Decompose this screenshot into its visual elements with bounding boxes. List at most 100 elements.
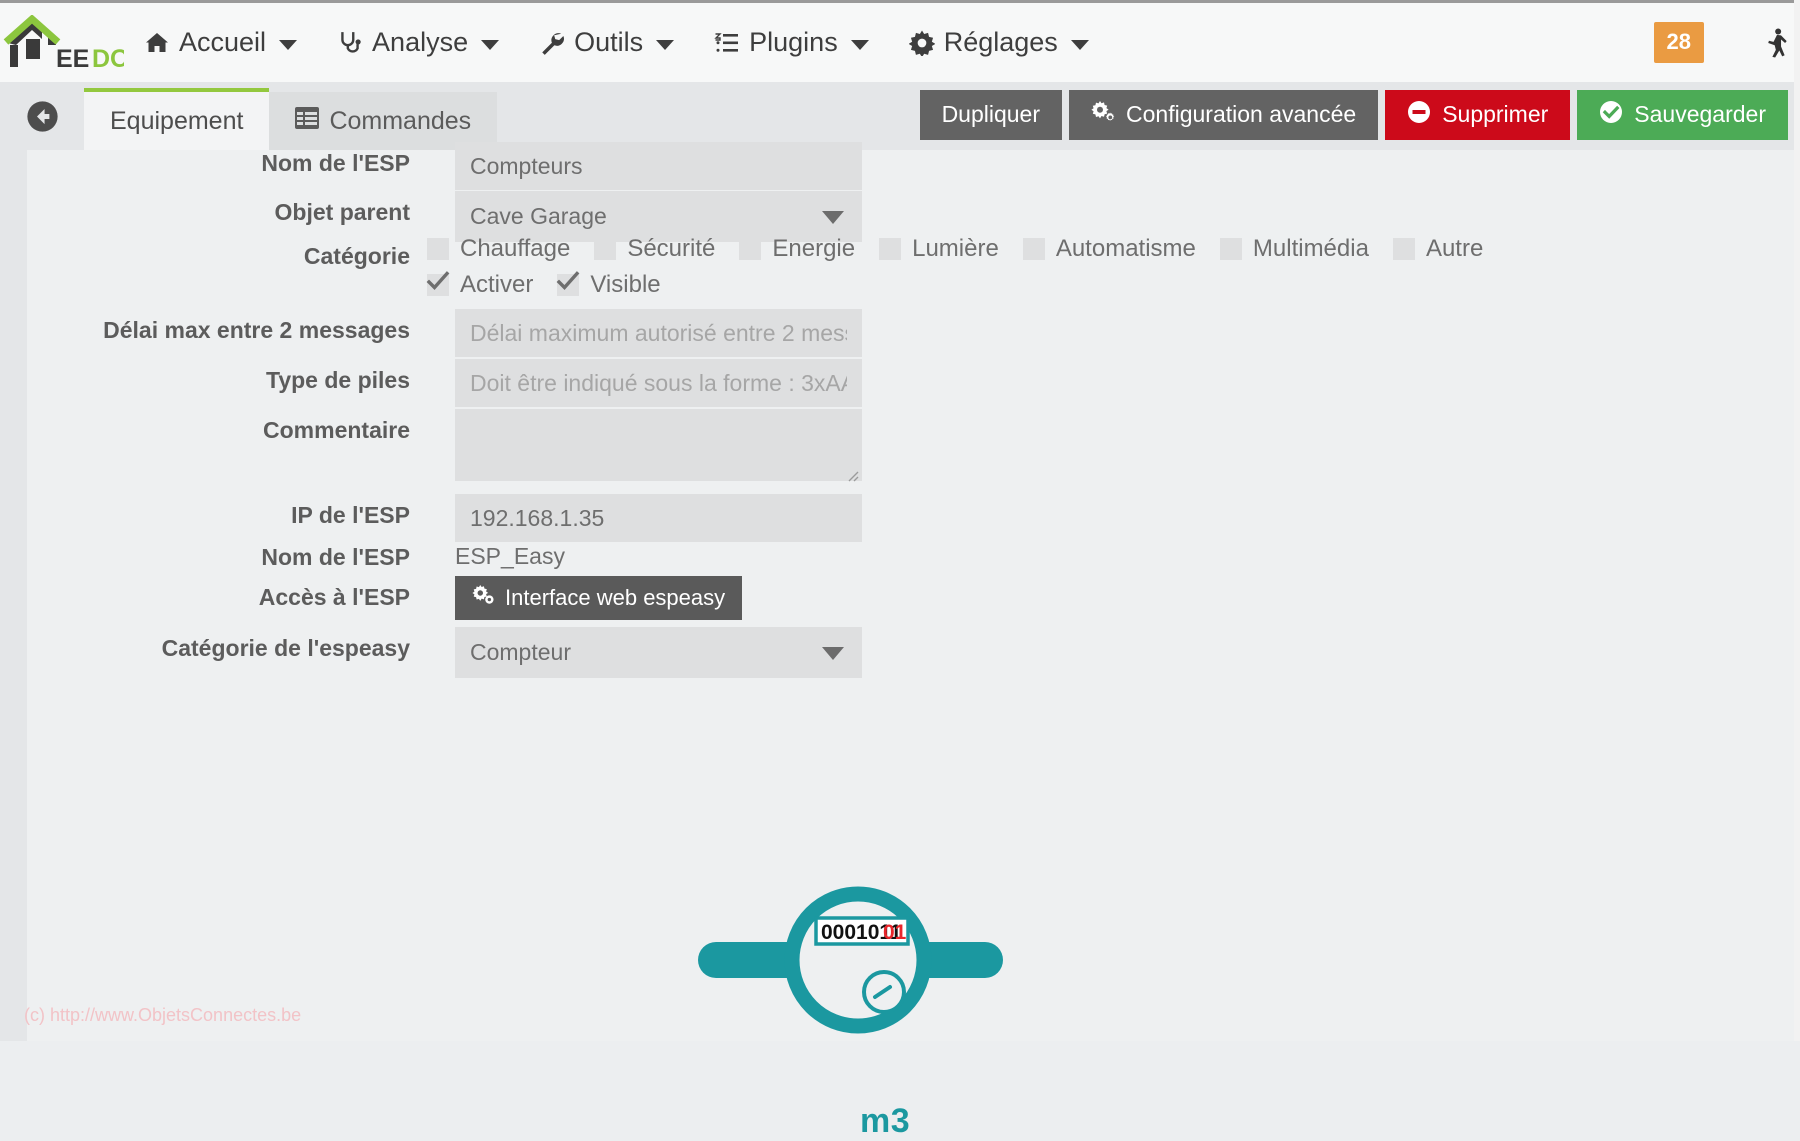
sauvegarder-button[interactable]: Sauvegarder <box>1577 89 1788 140</box>
categorie-espeasy-value: Compteur <box>470 639 571 665</box>
checkbox-box <box>594 238 617 260</box>
type-piles-input[interactable] <box>455 359 862 407</box>
checkbox-label: Multimédia <box>1252 235 1369 262</box>
label-categorie: Catégorie <box>303 243 410 269</box>
notification-badge[interactable]: 28 <box>1653 22 1704 63</box>
action-button-group: Dupliquer Configuration avancée Supprime… <box>913 82 1800 150</box>
sauvegarder-label: Sauvegarder <box>1634 101 1766 127</box>
interface-web-espeasy-label: Interface web espeasy <box>505 585 726 610</box>
configuration-avancee-button[interactable]: Configuration avancée <box>1069 89 1379 140</box>
action-bar: Equipement Commandes Dupliquer Configura… <box>0 82 1800 150</box>
nav-label-accueil: Accueil <box>179 27 267 57</box>
checkbox-label: Autre <box>1425 235 1484 262</box>
chevron-down-icon <box>822 647 844 660</box>
checkbox-label: Visible <box>590 271 661 298</box>
checkbox-automatisme[interactable]: Automatisme <box>1022 235 1196 263</box>
checkbox-visible[interactable]: Visible <box>556 271 661 299</box>
nav-label-outils: Outils <box>574 27 644 57</box>
checkbox-label: Energie <box>772 235 856 262</box>
minus-circle-icon <box>1407 100 1431 130</box>
label-nom-esp: Nom de l'ESP <box>261 544 410 570</box>
meter-image: 0001011 01 m3 <box>690 880 1110 1140</box>
toggle-checkbox-group: Activer Visible <box>426 271 685 299</box>
chevron-down-icon <box>850 40 869 50</box>
home-icon <box>144 30 170 56</box>
interface-web-espeasy-button[interactable]: Interface web espeasy <box>455 576 743 620</box>
label-categorie-espeasy: Catégorie de l'espeasy <box>161 635 410 661</box>
field-row-acces-esp: Accès à l'ESP Interface web espeasy <box>0 576 743 620</box>
checkbox-lumiere[interactable]: Lumière <box>879 235 999 263</box>
list-icon <box>714 30 740 56</box>
checkbox-chauffage[interactable]: Chauffage <box>427 235 570 263</box>
tab-equipement[interactable]: Equipement <box>84 88 270 150</box>
chevron-down-icon <box>481 40 500 50</box>
gears-icon <box>1091 100 1115 129</box>
nav-item-analyse[interactable]: Analyse <box>317 13 519 73</box>
configuration-avancee-label: Configuration avancée <box>1126 101 1357 127</box>
check-circle-icon <box>1599 100 1623 130</box>
meter-unit-label: m3 <box>860 1102 911 1140</box>
checkbox-label: Activer <box>460 271 534 298</box>
label-commentaire: Commentaire <box>263 417 410 443</box>
checkbox-box <box>739 238 762 260</box>
field-row-nom-esp: Nom de l'ESP ESP_Easy <box>0 536 565 572</box>
gears-icon <box>472 585 494 611</box>
control-ip-esp <box>455 494 862 542</box>
field-row-categorie-espeasy: Catégorie de l'espeasy Compteur <box>0 627 862 678</box>
chevron-down-icon <box>656 40 675 50</box>
nom-esp-value: ESP_Easy <box>455 543 565 569</box>
delai-max-input[interactable] <box>455 309 862 357</box>
commentaire-textarea[interactable] <box>455 409 862 481</box>
categorie-checkbox-group: Chauffage Sécurité Energie Lumière Autom… <box>427 235 1507 263</box>
control-type-piles <box>455 359 862 407</box>
dupliquer-button[interactable]: Dupliquer <box>919 89 1063 140</box>
nav-item-reglages[interactable]: Réglages <box>889 13 1109 73</box>
control-nom-esp-top <box>455 142 862 190</box>
tab-equipement-label: Equipement <box>110 106 244 135</box>
nav-item-accueil[interactable]: Accueil <box>124 13 317 73</box>
checkbox-box-checked <box>426 271 450 296</box>
field-row-delai-max: Délai max entre 2 messages <box>0 309 862 357</box>
field-row-ip-esp: IP de l'ESP <box>0 494 862 542</box>
checkbox-box <box>1219 238 1242 260</box>
checkbox-box <box>1392 238 1415 260</box>
nav-label-reglages: Réglages <box>943 27 1058 57</box>
meter-digits-red: 01 <box>883 921 907 944</box>
checkbox-autre[interactable]: Autre <box>1392 235 1484 263</box>
ip-esp-input[interactable] <box>455 494 862 542</box>
checkbox-label: Lumière <box>912 235 999 262</box>
nav-label-plugins: Plugins <box>749 27 838 57</box>
walking-person-icon[interactable] <box>1764 27 1790 58</box>
copyright-text: (c) http://www.ObjetsConnectes.be <box>24 1005 302 1025</box>
checkbox-energie[interactable]: Energie <box>739 235 855 263</box>
page-scrollbar[interactable] <box>1794 0 1800 1041</box>
chevron-down-icon <box>279 40 298 50</box>
checkbox-multimedia[interactable]: Multimédia <box>1219 235 1369 263</box>
nom-esp-top-input[interactable] <box>455 142 862 190</box>
checkbox-activer[interactable]: Activer <box>426 271 534 299</box>
nav-item-outils[interactable]: Outils <box>519 13 694 73</box>
equipment-form-panel: Nom de l'ESP Objet parent Cave Garage Ca… <box>0 142 1800 1140</box>
field-row-commentaire: Commentaire <box>0 409 862 486</box>
checkbox-securite[interactable]: Sécurité <box>594 235 715 263</box>
categorie-espeasy-select[interactable]: Compteur <box>455 627 862 678</box>
checkbox-label: Sécurité <box>627 235 716 262</box>
back-button[interactable] <box>0 82 84 150</box>
tab-commandes-label: Commandes <box>329 106 472 135</box>
supprimer-button[interactable]: Supprimer <box>1385 89 1571 140</box>
checkbox-label: Chauffage <box>460 235 571 262</box>
svg-text:EE: EE <box>56 45 89 73</box>
jeedom-logo[interactable]: EE DOM <box>2 14 124 75</box>
label-nom-esp-top: Nom de l'ESP <box>261 150 410 176</box>
objet-parent-value: Cave Garage <box>470 203 607 229</box>
field-row-nom-esp-top: Nom de l'ESP <box>0 142 862 190</box>
stethoscope-icon <box>337 30 363 56</box>
nav-item-plugins[interactable]: Plugins <box>694 13 889 73</box>
control-categorie-espeasy: Compteur <box>455 627 862 678</box>
gear-icon <box>908 30 935 56</box>
label-delai-max: Délai max entre 2 messages <box>103 317 410 343</box>
checkbox-box <box>1022 238 1045 260</box>
label-objet-parent: Objet parent <box>274 199 410 225</box>
control-acces-esp: Interface web espeasy <box>455 576 743 620</box>
checkbox-label: Automatisme <box>1055 235 1196 262</box>
